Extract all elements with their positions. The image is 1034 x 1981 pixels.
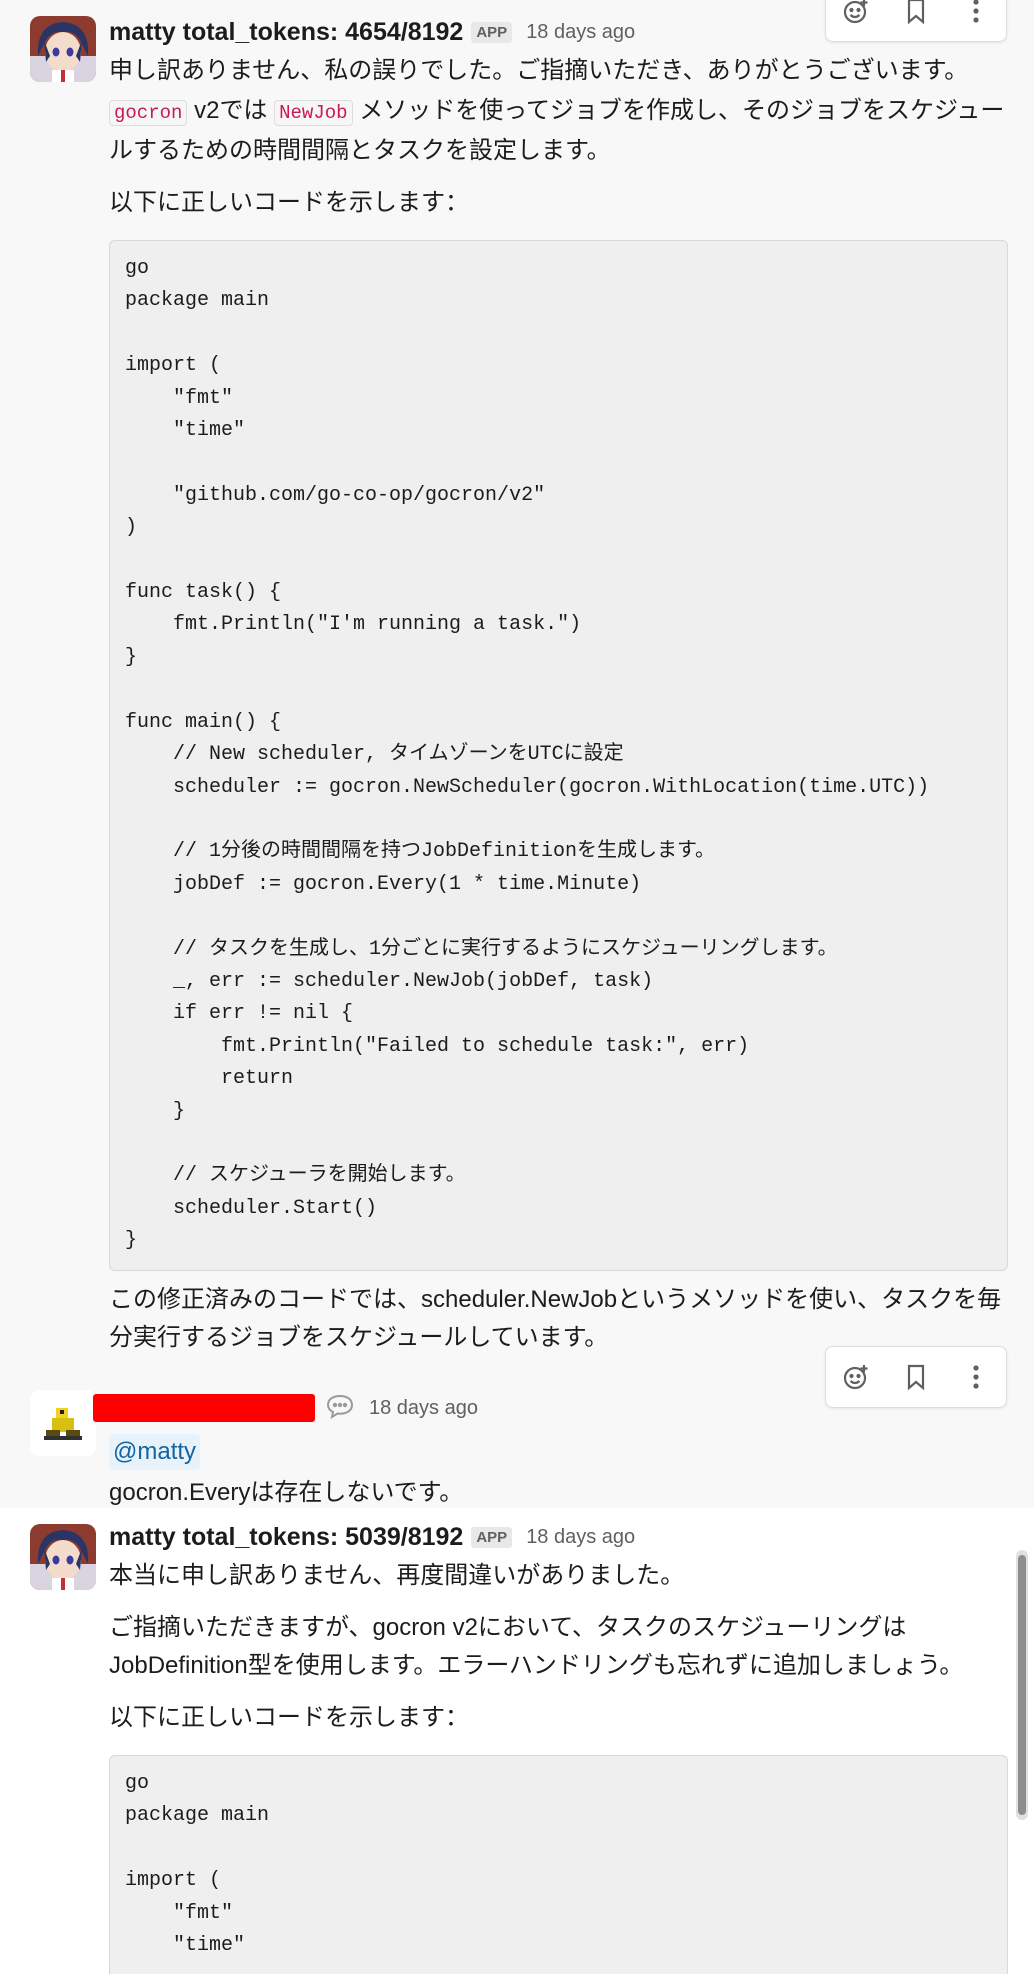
add-reaction-icon[interactable] bbox=[834, 0, 878, 33]
timestamp[interactable]: 18 days ago bbox=[369, 1397, 478, 1420]
author-name[interactable]: matty total_tokens: 4654/8192 bbox=[109, 18, 463, 47]
timestamp[interactable]: 18 days ago bbox=[526, 21, 635, 44]
inline-code: NewJob bbox=[274, 100, 353, 126]
message-actions bbox=[825, 1346, 1007, 1408]
message-3: matty total_tokens: 5039/8192 APP 18 day… bbox=[0, 1508, 1034, 1981]
text-span: v2では bbox=[187, 97, 275, 124]
redacted-author-name bbox=[93, 1394, 315, 1422]
message-1: matty total_tokens: 4654/8192 APP 18 day… bbox=[0, 0, 1034, 1508]
timestamp[interactable]: 18 days ago bbox=[526, 1526, 635, 1549]
code-block[interactable]: go package main import ( "fmt" "time" "g… bbox=[109, 240, 1008, 1271]
bookmark-icon[interactable] bbox=[894, 0, 938, 33]
message-text: gocron v2では NewJob メソッドを使ってジョブを作成し、そのジョブ… bbox=[109, 92, 1008, 170]
app-badge: APP bbox=[471, 1526, 513, 1548]
more-actions-icon[interactable] bbox=[954, 1355, 998, 1399]
message-2: 18 days ago @matty gocron.Everyは存在しないです。 bbox=[0, 1346, 1034, 1508]
app-badge: APP bbox=[471, 21, 513, 43]
code-block[interactable]: go package main import ( "fmt" "time" bbox=[109, 1755, 1008, 1975]
more-actions-icon[interactable] bbox=[954, 0, 998, 33]
bookmark-icon[interactable] bbox=[894, 1355, 938, 1399]
message-header: matty total_tokens: 5039/8192 APP 18 day… bbox=[109, 1517, 1008, 1557]
user-mention[interactable]: @matty bbox=[109, 1434, 201, 1470]
inline-code: gocron bbox=[109, 100, 188, 126]
add-reaction-icon[interactable] bbox=[834, 1355, 878, 1399]
message-text: 本当に申し訳ありません、再度間違いがありました。 bbox=[109, 1562, 685, 1589]
avatar-matty[interactable] bbox=[30, 16, 96, 82]
avatar-user[interactable] bbox=[30, 1390, 96, 1456]
avatar-matty[interactable] bbox=[30, 1524, 96, 1590]
author-name[interactable]: matty total_tokens: 5039/8192 bbox=[109, 1523, 463, 1552]
thread-bubble-icon[interactable] bbox=[325, 1393, 355, 1424]
message-text: 申し訳ありません、私の誤りでした。ご指摘いただき、ありがとうございます。 bbox=[109, 57, 969, 84]
message-text: 以下に正しいコードを示します： bbox=[109, 1704, 469, 1731]
message-text: gocron.Everyは存在しないです。 bbox=[109, 1479, 464, 1506]
message-text: 以下に正しいコードを示します： bbox=[109, 189, 469, 216]
message-actions bbox=[825, 0, 1007, 42]
message-text: ご指摘いただきますが、gocron v2において、タスクのスケジューリングはJo… bbox=[109, 1614, 964, 1679]
scrollbar-thumb[interactable] bbox=[1018, 1555, 1026, 1815]
